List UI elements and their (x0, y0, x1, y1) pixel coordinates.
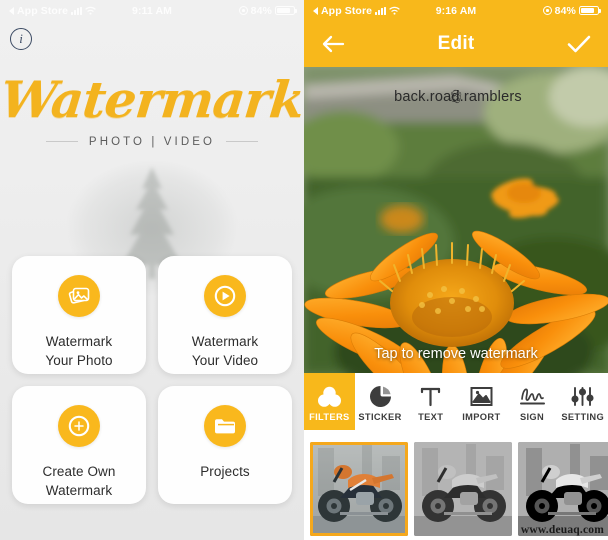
import-image-icon (470, 384, 493, 409)
tab-label: TEXT (418, 412, 444, 422)
app-branding: Watermark PHOTO | VIDEO (0, 70, 304, 148)
sliders-icon (570, 384, 595, 409)
plus-circle-icon (58, 405, 100, 447)
left-status-bar: App Store 9:11 AM 84% (0, 0, 304, 21)
tab-import[interactable]: IMPORT (456, 373, 507, 430)
watermark-your-photo-card[interactable]: Watermark Your Photo (12, 256, 146, 374)
info-icon: i (19, 31, 23, 46)
right-status-bar: App Store 9:16 AM 84% (304, 0, 608, 21)
watermark-your-video-card[interactable]: Watermark Your Video (158, 256, 292, 374)
battery-percent-label: 84% (250, 4, 272, 17)
tab-sign[interactable]: SIGN (507, 373, 558, 430)
card-label: Watermark Your Photo (45, 334, 113, 368)
carrier-label: App Store (17, 4, 69, 17)
tab-sticker[interactable]: STICKER (355, 373, 406, 430)
sticker-icon (369, 384, 392, 409)
edit-navbar: Edit (304, 21, 608, 67)
back-arrow-icon (313, 6, 318, 15)
home-action-grid: Watermark Your Photo Watermark Your Video … (12, 256, 292, 504)
card-label: Projects (200, 464, 250, 479)
app-subtitle-row: PHOTO | VIDEO (0, 136, 304, 148)
edit-screen: App Store 9:16 AM 84% Edit back.road.ram… (304, 0, 608, 540)
signal-bars-icon (375, 6, 387, 15)
battery-icon (275, 5, 297, 16)
home-screen: App Store 9:11 AM 84% i Watermark PHOTO … (0, 0, 304, 540)
filters-icon (317, 384, 341, 409)
filter-thumb-original[interactable] (310, 442, 408, 536)
signal-bars-icon (71, 6, 83, 15)
tab-label: SIGN (519, 412, 545, 422)
folder-icon (204, 405, 246, 447)
card-label: Watermark Your Video (191, 334, 259, 368)
tab-setting[interactable]: SETTING (557, 373, 608, 430)
wifi-icon (389, 6, 400, 15)
tab-label: SETTING (561, 412, 605, 422)
tab-label: IMPORT (462, 412, 501, 422)
create-own-watermark-card[interactable]: Create Own Watermark (12, 386, 146, 504)
tab-label: STICKER (358, 412, 402, 422)
wifi-icon (85, 6, 96, 15)
divider-right (226, 141, 259, 142)
tab-filters[interactable]: FILTERS (304, 373, 355, 430)
filter-thumb-grayscale[interactable] (414, 442, 512, 536)
app-title: Watermark (0, 70, 304, 129)
app-subtitle: PHOTO | VIDEO (88, 135, 216, 148)
battery-icon (579, 5, 601, 16)
location-icon (238, 6, 248, 15)
page-title: Edit (437, 33, 475, 54)
location-icon (542, 6, 552, 15)
text-icon (419, 384, 442, 409)
photo-canvas[interactable]: back.road.ramblers Tap to remove waterma… (304, 67, 608, 373)
back-arrow-icon (9, 6, 14, 15)
divider-left (45, 141, 78, 142)
filter-thumb-high-contrast-mono[interactable] (518, 442, 608, 536)
tab-label: FILTERS (309, 412, 350, 422)
projects-card[interactable]: Projects (158, 386, 292, 504)
battery-percent-label: 84% (554, 4, 576, 17)
back-button[interactable] (321, 35, 345, 53)
edit-toolbar: FILTERS STICKER TEXT IMPORT SIGN SETTING (304, 373, 608, 430)
play-video-icon (204, 275, 246, 317)
info-button[interactable]: i (10, 28, 32, 50)
photos-icon (58, 275, 100, 317)
carrier-label: App Store (321, 4, 373, 17)
photo-watermark-overlay[interactable]: back.road.ramblers (304, 89, 608, 105)
tab-text[interactable]: TEXT (405, 373, 456, 430)
confirm-button[interactable] (567, 35, 591, 53)
tap-to-remove-hint[interactable]: Tap to remove watermark (304, 346, 608, 362)
card-label: Create Own Watermark (42, 464, 116, 498)
signature-icon (519, 384, 546, 409)
site-watermark: www.deuaq.com (520, 524, 604, 536)
